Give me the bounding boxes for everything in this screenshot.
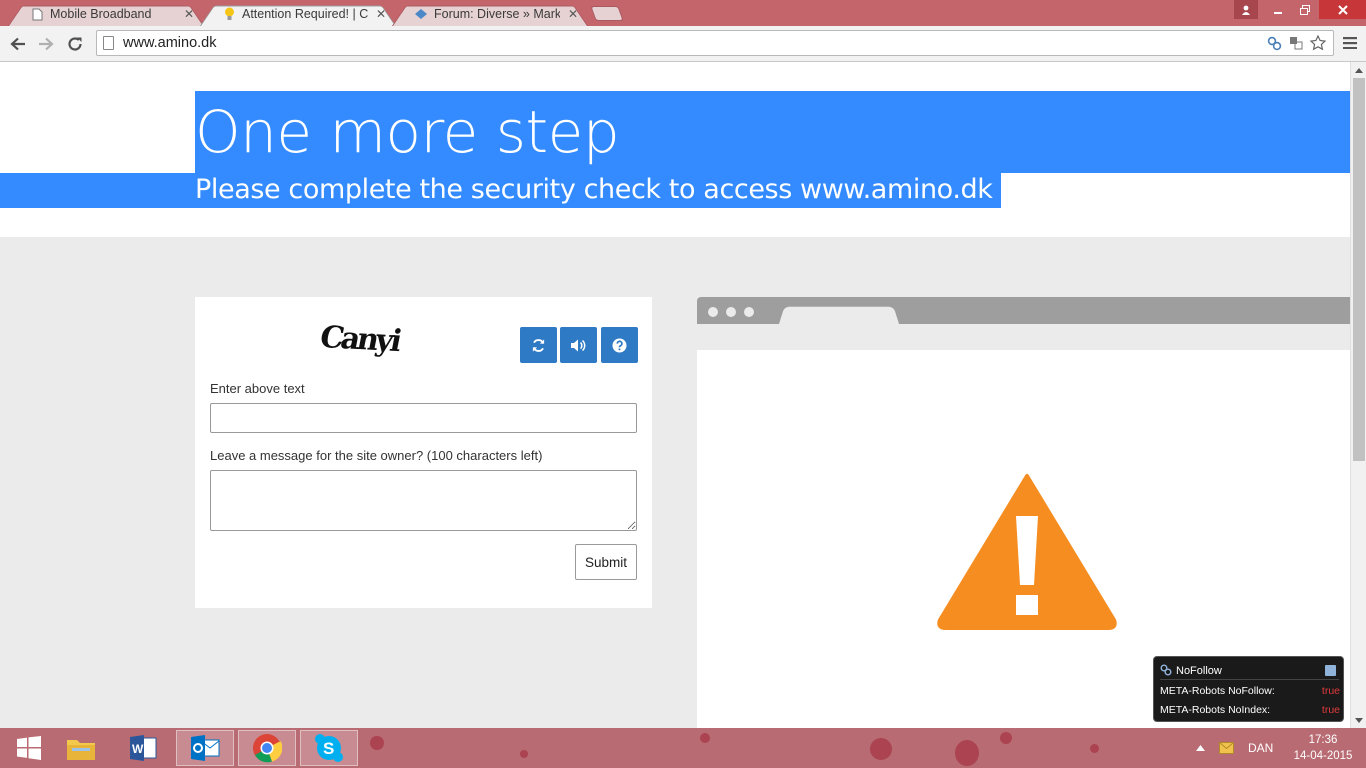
nofollow-row-value: true bbox=[1321, 704, 1340, 716]
captcha-form: Canyi Enter above text Leave a message f… bbox=[195, 297, 652, 608]
envelope-icon bbox=[1219, 742, 1234, 754]
mock-window-dot bbox=[708, 307, 718, 317]
outlook-button[interactable] bbox=[176, 730, 234, 766]
user-icon[interactable] bbox=[1234, 0, 1258, 19]
warning-icon bbox=[937, 474, 1117, 630]
nofollow-row-value: true bbox=[1321, 685, 1340, 697]
mock-window-dot bbox=[744, 307, 754, 317]
skype-icon: S bbox=[315, 734, 343, 762]
wallpaper-splash bbox=[370, 736, 384, 750]
taskbar-clock[interactable]: 17:36 14-04-2015 bbox=[1290, 732, 1356, 764]
wallpaper-splash bbox=[870, 738, 892, 760]
window-close-icon[interactable] bbox=[1319, 0, 1366, 19]
audio-icon bbox=[571, 339, 586, 351]
link-icon[interactable] bbox=[1265, 34, 1283, 52]
title-bar: Mobile Broadband ✕ Attention Required! |… bbox=[0, 0, 1366, 26]
captcha-image: Canyi bbox=[316, 319, 402, 360]
refresh-captcha-button[interactable] bbox=[520, 327, 557, 363]
page-content: One more step Please complete the securi… bbox=[0, 62, 1350, 728]
wallpaper-splash bbox=[700, 733, 710, 743]
tab-forum-diverse[interactable]: Forum: Diverse » Markete ✕ bbox=[392, 2, 588, 26]
start-button[interactable] bbox=[0, 730, 58, 766]
close-icon[interactable]: ✕ bbox=[568, 7, 578, 21]
scrollbar-thumb[interactable] bbox=[1353, 78, 1365, 461]
chrome-button[interactable] bbox=[238, 730, 296, 766]
bookmark-star-icon[interactable] bbox=[1309, 34, 1327, 52]
lightbulb-icon bbox=[222, 7, 236, 21]
tab-strip: Mobile Broadband ✕ Attention Required! |… bbox=[0, 0, 640, 26]
outlook-icon bbox=[191, 735, 220, 761]
minimize-icon[interactable] bbox=[1264, 0, 1291, 19]
scroll-up-icon[interactable] bbox=[1351, 62, 1366, 78]
wallpaper-splash bbox=[955, 740, 979, 766]
captcha-input[interactable] bbox=[210, 403, 637, 433]
windows-taskbar: W S DAN 17:36 14-04-2015 bbox=[0, 728, 1366, 768]
mock-window-dot bbox=[726, 307, 736, 317]
skype-button[interactable]: S bbox=[300, 730, 358, 766]
wallpaper-splash bbox=[1090, 744, 1099, 753]
windows-logo-icon bbox=[17, 736, 41, 760]
page-title: One more step bbox=[195, 98, 620, 166]
back-icon[interactable] bbox=[6, 32, 30, 56]
file-explorer-button[interactable] bbox=[52, 730, 110, 766]
nofollow-title: NoFollow bbox=[1176, 665, 1222, 677]
new-tab-button[interactable] bbox=[590, 6, 624, 21]
close-icon[interactable]: ✕ bbox=[184, 7, 194, 21]
help-button[interactable] bbox=[601, 327, 638, 363]
page-icon bbox=[103, 36, 114, 50]
page-subtitle: Please complete the security check to ac… bbox=[195, 174, 993, 205]
page-header: One more step Please complete the securi… bbox=[0, 62, 1350, 237]
url-text: www.amino.dk bbox=[123, 35, 217, 51]
forum-icon bbox=[414, 7, 428, 21]
svg-text:S: S bbox=[323, 739, 334, 758]
nofollow-row: META-Robots NoIndex: true bbox=[1160, 704, 1340, 716]
help-icon bbox=[612, 338, 627, 352]
chevron-up-icon bbox=[1196, 745, 1205, 751]
address-bar[interactable]: www.amino.dk bbox=[96, 30, 1334, 56]
audio-captcha-button[interactable] bbox=[560, 327, 597, 363]
forward-icon[interactable] bbox=[34, 32, 58, 56]
nofollow-header: NoFollow bbox=[1160, 663, 1339, 680]
menu-icon[interactable] bbox=[1340, 33, 1360, 53]
link-icon bbox=[1160, 664, 1172, 679]
mock-browser-tab bbox=[779, 306, 899, 324]
translate-icon[interactable] bbox=[1287, 34, 1305, 52]
tab-title: Attention Required! | Clou bbox=[242, 7, 368, 21]
svg-text:W: W bbox=[132, 742, 144, 756]
reload-icon[interactable] bbox=[63, 32, 87, 56]
mock-browser-bar bbox=[697, 297, 1350, 324]
word-icon: W bbox=[130, 735, 157, 761]
nofollow-extension-panel: NoFollow META-Robots NoFollow: true META… bbox=[1153, 656, 1344, 722]
clock-date: 14-04-2015 bbox=[1293, 750, 1353, 762]
refresh-icon bbox=[532, 338, 545, 352]
tab-attention-required[interactable]: Attention Required! | Clou ✕ bbox=[200, 2, 396, 26]
close-icon[interactable]: ✕ bbox=[376, 7, 386, 21]
tab-mobile-broadband[interactable]: Mobile Broadband ✕ bbox=[8, 2, 204, 26]
tab-title: Forum: Diverse » Markete bbox=[434, 7, 560, 21]
folder-icon bbox=[67, 740, 95, 760]
page-scrollbar[interactable] bbox=[1350, 62, 1366, 728]
word-button[interactable]: W bbox=[114, 730, 172, 766]
restore-icon[interactable] bbox=[1291, 0, 1318, 19]
chrome-icon bbox=[253, 734, 282, 763]
nofollow-row-label: META-Robots NoIndex: bbox=[1160, 704, 1271, 716]
message-textarea[interactable] bbox=[210, 470, 637, 531]
minimize-panel-icon[interactable] bbox=[1325, 665, 1336, 676]
message-label: Leave a message for the site owner? (100… bbox=[210, 448, 543, 463]
captcha-input-label: Enter above text bbox=[210, 381, 305, 396]
mock-browser-strip bbox=[697, 324, 1350, 350]
nofollow-row: META-Robots NoFollow: true bbox=[1160, 685, 1340, 697]
wallpaper-splash bbox=[520, 750, 528, 758]
show-hidden-icons[interactable] bbox=[1196, 728, 1205, 768]
wallpaper-splash bbox=[1000, 732, 1012, 744]
page-icon bbox=[30, 7, 44, 21]
input-language[interactable]: DAN bbox=[1248, 728, 1273, 768]
browser-toolbar: www.amino.dk bbox=[0, 26, 1366, 62]
mail-tray-icon[interactable] bbox=[1219, 728, 1234, 768]
submit-button[interactable]: Submit bbox=[575, 544, 637, 580]
tab-title: Mobile Broadband bbox=[50, 7, 152, 21]
nofollow-row-label: META-Robots NoFollow: bbox=[1160, 685, 1275, 697]
clock-time: 17:36 bbox=[1308, 734, 1338, 746]
scroll-down-icon[interactable] bbox=[1351, 712, 1366, 728]
